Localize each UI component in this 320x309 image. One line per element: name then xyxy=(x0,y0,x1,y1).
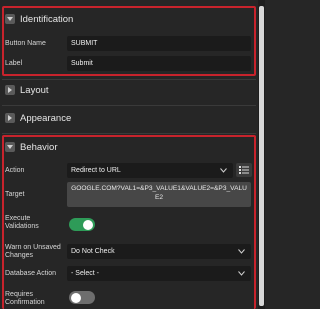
toggle-knob xyxy=(83,219,93,230)
divider xyxy=(2,133,256,134)
expand-triangle-icon xyxy=(5,142,15,152)
warn-unsaved-value: Do Not Check xyxy=(71,248,115,255)
chevron-down-icon xyxy=(238,270,245,276)
chevron-down-icon xyxy=(220,167,227,173)
expand-triangle-icon xyxy=(5,14,15,24)
property-panel: Identification Button Name SUBMIT Label … xyxy=(0,0,258,309)
requires-confirmation-label: Requires Confirmation xyxy=(5,291,45,306)
database-action-value: - Select - xyxy=(71,270,100,277)
divider xyxy=(2,105,256,106)
toggle-knob xyxy=(71,292,81,303)
execute-validations-toggle[interactable] xyxy=(69,218,95,231)
section-header-behavior[interactable]: Behavior xyxy=(2,136,256,158)
warn-unsaved-select[interactable]: Do Not Check xyxy=(67,244,251,259)
section-title: Appearance xyxy=(20,112,72,124)
section-title: Identification xyxy=(20,13,74,25)
button-name-label: Button Name xyxy=(5,40,46,47)
target-link[interactable]: GOOGLE.COM?VAL1=&P3_VALUE1&VALUE2=&P3_VA… xyxy=(67,182,251,207)
requires-confirmation-toggle[interactable] xyxy=(69,291,95,304)
label-field[interactable]: Submit xyxy=(67,56,251,71)
label-label: Label xyxy=(5,60,23,67)
section-header-appearance[interactable]: Appearance xyxy=(2,107,256,129)
action-select-value: Redirect to URL xyxy=(71,167,121,174)
action-label: Action xyxy=(5,167,25,174)
collapse-triangle-icon xyxy=(5,85,15,95)
target-label: Target xyxy=(5,191,25,198)
database-action-select[interactable]: - Select - xyxy=(67,266,251,281)
list-icon xyxy=(239,166,249,174)
section-header-layout[interactable]: Layout xyxy=(2,79,256,101)
button-name-field[interactable]: SUBMIT xyxy=(67,36,251,51)
chevron-down-icon xyxy=(238,248,245,254)
database-action-label: Database Action xyxy=(5,270,56,277)
collapse-triangle-icon xyxy=(5,113,15,123)
action-select[interactable]: Redirect to URL xyxy=(67,163,233,178)
section-title: Layout xyxy=(20,84,49,96)
warn-unsaved-label: Warn on Unsaved Changes xyxy=(5,244,61,259)
execute-validations-label: Execute Validations xyxy=(5,215,39,230)
list-values-button[interactable] xyxy=(236,163,252,177)
section-title: Behavior xyxy=(20,141,58,153)
scrollbar-thumb[interactable] xyxy=(259,6,264,306)
section-header-identification[interactable]: Identification xyxy=(2,8,256,30)
